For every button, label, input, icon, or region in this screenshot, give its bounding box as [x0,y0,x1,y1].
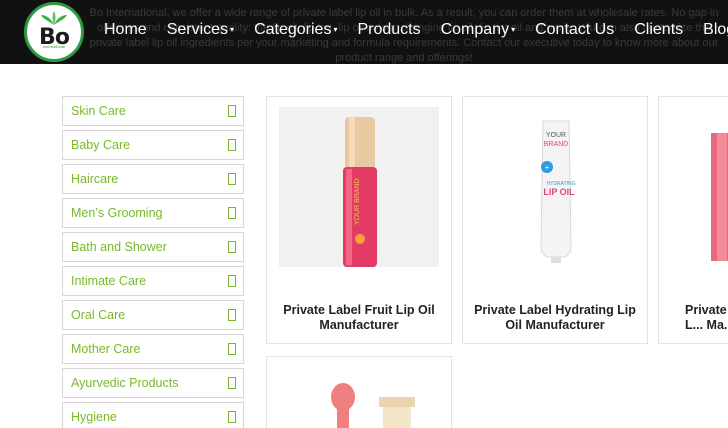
category-item-mens-grooming[interactable]: Men’s Grooming [62,198,244,228]
category-label: Hygiene [71,410,117,424]
category-item-bath-and-shower[interactable]: Bath and Shower [62,232,244,262]
nav-label: Home [104,21,147,38]
product-title[interactable]: Private Label Fruit Lip Oil Manufacturer [275,303,443,333]
category-sidebar: Skin Care Baby Care Haircare Men’s Groom… [62,96,244,428]
product-title[interactable]: Private L... Ma... [685,303,728,333]
category-label: Mother Care [71,342,141,356]
nav-label: Contact Us [535,21,615,38]
nav-item-company[interactable]: Company ▾ [441,20,516,40]
product-image[interactable]: YOUR BRAND [279,107,439,267]
product-title[interactable]: Private Label Hydrating Lip Oil Manufact… [471,303,639,333]
expand-icon[interactable] [228,343,236,355]
product-card[interactable]: Private L... Ma... [658,96,728,344]
category-item-intimate-care[interactable]: Intimate Care [62,266,244,296]
nav-label: Products [357,21,421,38]
category-item-oral-care[interactable]: Oral Care [62,300,244,330]
nav-label: Company [440,21,510,38]
logo-subtext: International [42,44,65,49]
main-nav: Home Services ▾ Categories ▾ Products Comp… [104,20,728,40]
caret-down-icon: ▾ [511,25,516,34]
expand-icon[interactable] [228,139,236,151]
category-item-baby-care[interactable]: Baby Care [62,130,244,160]
category-label: Bath and Shower [71,240,167,254]
lip-gloss-image [331,383,415,428]
product-image[interactable] [279,367,439,428]
nav-item-clients[interactable]: Clients [634,20,683,40]
category-item-ayurvedic-products[interactable]: Ayurvedic Products [62,368,244,398]
caret-down-icon: ▾ [230,25,235,34]
nav-item-products[interactable]: Products [357,20,420,40]
expand-icon[interactable] [228,105,236,117]
nav-item-blogs[interactable]: Blogs▾ [703,20,728,40]
lip-oil-tube-image: YOUR BRAND + HYDRATING LIP OIL [540,120,576,263]
category-item-haircare[interactable]: Haircare [62,164,244,194]
product-box-image [711,133,728,261]
nav-label: Clients [634,21,684,38]
expand-icon[interactable] [228,377,236,389]
lip-oil-bottle-image: YOUR BRAND [279,107,439,267]
caret-down-icon: ▾ [333,25,338,34]
category-label: Haircare [71,172,119,186]
leaves-icon [41,11,67,25]
product-card[interactable]: YOUR BRAND + HYDRATING LIP OIL Private L… [462,96,648,344]
category-item-mother-care[interactable]: Mother Care [62,334,244,364]
tube-brand-bottom: BRAND [544,141,569,148]
expand-icon[interactable] [228,207,236,219]
product-card[interactable]: YOUR BRAND Private Label Fruit Lip Oil M… [266,96,452,344]
category-item-skin-care[interactable]: Skin Care [62,96,244,126]
category-label: Men’s Grooming [71,206,163,220]
category-label: Ayurvedic Products [71,376,179,390]
category-label: Skin Care [71,104,126,118]
expand-icon[interactable] [228,411,236,423]
tube-product-name: LIP OIL [543,187,575,197]
product-card[interactable] [266,356,452,428]
nav-item-categories[interactable]: Categories ▾ [254,20,337,40]
site-header: Bo International, we offer a wide range … [0,0,728,64]
category-label: Baby Care [71,138,131,152]
product-image[interactable]: YOUR BRAND + HYDRATING LIP OIL [475,107,635,267]
nav-item-services[interactable]: Services ▾ [167,20,234,40]
product-image[interactable] [671,107,728,267]
category-item-hygiene[interactable]: Hygiene [62,402,244,428]
category-label: Oral Care [71,308,126,322]
expand-icon[interactable] [228,241,236,253]
expand-icon[interactable] [228,275,236,287]
site-logo[interactable]: Bo International [24,2,84,62]
svg-text:+: + [545,163,550,172]
nav-item-contact-us[interactable]: Contact Us [535,20,614,40]
tube-brand-top: YOUR [546,132,566,139]
nav-label: Categories [254,21,332,38]
expand-icon[interactable] [228,173,236,185]
category-label: Intimate Care [71,274,147,288]
expand-icon[interactable] [228,309,236,321]
nav-item-home[interactable]: Home [104,20,147,40]
nav-label: Services [166,21,229,38]
bottle-label: YOUR BRAND [354,178,361,225]
nav-label: Blogs [703,21,728,38]
